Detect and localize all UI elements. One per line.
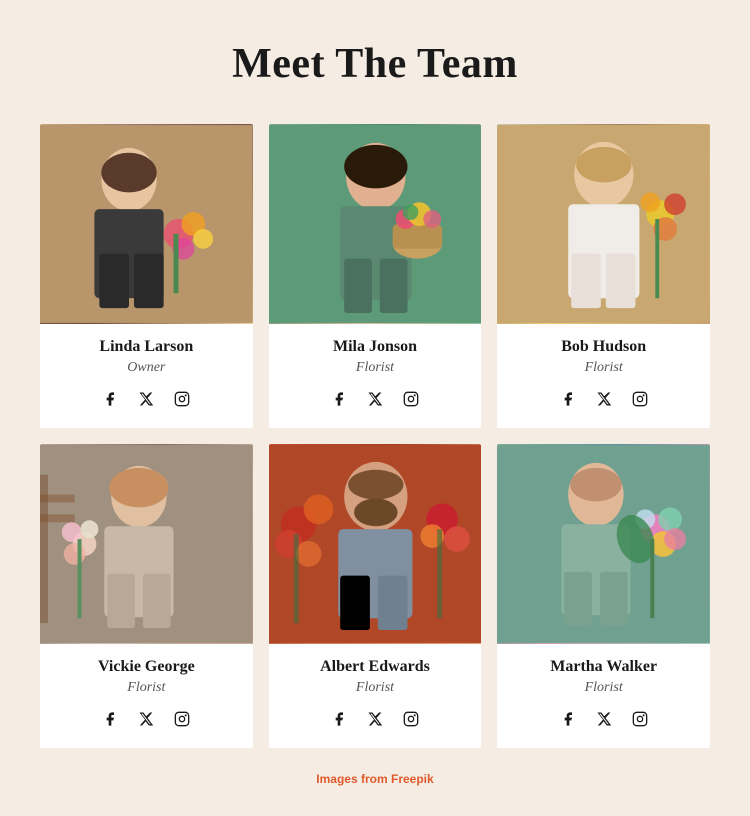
social-mila xyxy=(328,388,422,410)
social-linda xyxy=(99,388,193,410)
facebook-icon-albert[interactable] xyxy=(328,708,350,730)
photo-albert xyxy=(269,444,482,644)
team-card-linda: Linda Larson Owner xyxy=(40,124,253,428)
x-icon-bob[interactable] xyxy=(593,388,615,410)
x-icon-martha[interactable] xyxy=(593,708,615,730)
role-bob: Florist xyxy=(585,360,623,376)
facebook-icon-vickie[interactable] xyxy=(99,708,121,730)
team-grid: Linda Larson Owner xyxy=(40,124,710,748)
photo-martha xyxy=(497,444,710,644)
x-icon-albert[interactable] xyxy=(364,708,386,730)
instagram-icon-linda[interactable] xyxy=(171,388,193,410)
photo-vickie xyxy=(40,444,253,644)
team-card-albert: Albert Edwards Florist xyxy=(269,444,482,748)
role-mila: Florist xyxy=(356,360,394,376)
name-martha: Martha Walker xyxy=(550,658,657,676)
name-mila: Mila Jonson xyxy=(333,338,417,356)
role-vickie: Florist xyxy=(127,680,165,696)
facebook-icon-martha[interactable] xyxy=(557,708,579,730)
photo-mila xyxy=(269,124,482,324)
social-martha xyxy=(557,708,651,730)
role-martha: Florist xyxy=(585,680,623,696)
footer-source[interactable]: Freepik xyxy=(391,772,434,786)
instagram-icon-mila[interactable] xyxy=(400,388,422,410)
team-card-mila: Mila Jonson Florist xyxy=(269,124,482,428)
instagram-icon-vickie[interactable] xyxy=(171,708,193,730)
name-albert: Albert Edwards xyxy=(320,658,430,676)
name-vickie: Vickie George xyxy=(98,658,195,676)
x-icon-vickie[interactable] xyxy=(135,708,157,730)
photo-bob xyxy=(497,124,710,324)
name-bob: Bob Hudson xyxy=(561,338,646,356)
page-title: Meet The Team xyxy=(232,40,518,88)
footer-text: Images from xyxy=(316,772,391,786)
team-card-martha: Martha Walker Florist xyxy=(497,444,710,748)
social-albert xyxy=(328,708,422,730)
instagram-icon-albert[interactable] xyxy=(400,708,422,730)
role-albert: Florist xyxy=(356,680,394,696)
team-card-bob: Bob Hudson Florist xyxy=(497,124,710,428)
facebook-icon-bob[interactable] xyxy=(557,388,579,410)
footer-note: Images from Freepik xyxy=(316,772,433,786)
social-vickie xyxy=(99,708,193,730)
name-linda: Linda Larson xyxy=(99,338,193,356)
role-linda: Owner xyxy=(127,360,165,376)
x-icon-linda[interactable] xyxy=(135,388,157,410)
photo-linda xyxy=(40,124,253,324)
x-icon-mila[interactable] xyxy=(364,388,386,410)
instagram-icon-martha[interactable] xyxy=(629,708,651,730)
social-bob xyxy=(557,388,651,410)
instagram-icon-bob[interactable] xyxy=(629,388,651,410)
facebook-icon-linda[interactable] xyxy=(99,388,121,410)
team-card-vickie: Vickie George Florist xyxy=(40,444,253,748)
facebook-icon-mila[interactable] xyxy=(328,388,350,410)
